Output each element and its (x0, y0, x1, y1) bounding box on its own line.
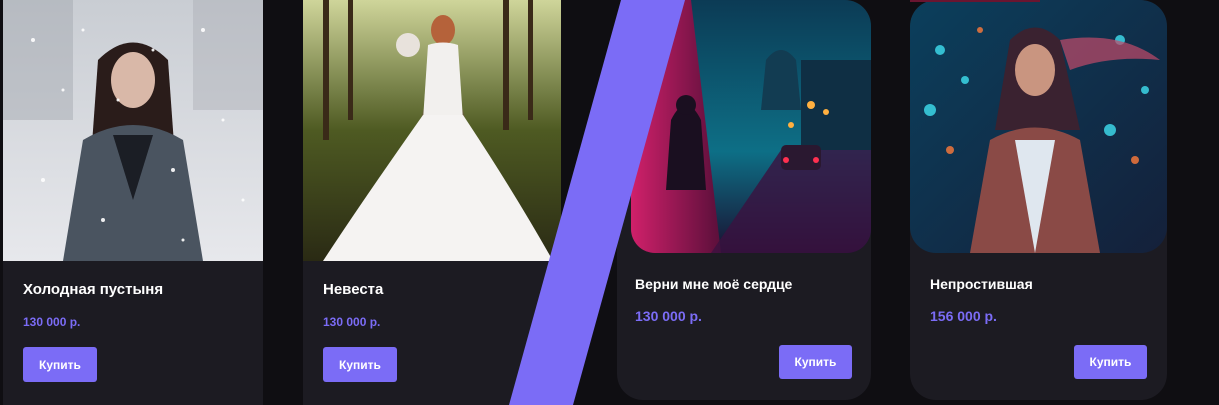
buy-button[interactable]: Купить (779, 345, 852, 379)
buy-button[interactable]: Купить (23, 347, 97, 382)
product-title: Верни мне моё сердце (635, 276, 793, 292)
product-title: Невеста (323, 281, 384, 298)
product-image-bride[interactable] (303, 0, 561, 261)
product-price: 130 000 р. (635, 308, 702, 324)
product-price: 130 000 р. (323, 315, 381, 329)
buy-button[interactable]: Купить (323, 347, 397, 382)
product-image-neon-street[interactable] (631, 0, 871, 253)
product-card: Верни мне моё сердце 130 000 р. Купить (617, 0, 871, 400)
product-card: Невеста 130 000 р. Купить (303, 0, 561, 405)
product-card: Непростившая 156 000 р. Купить (910, 0, 1167, 400)
top-accent-line (910, 0, 1040, 2)
product-image-winter-woman[interactable] (3, 0, 263, 261)
product-image-windblown-woman[interactable] (910, 0, 1167, 253)
product-card: Холодная пустыня 130 000 р. Купить (3, 0, 263, 405)
buy-button[interactable]: Купить (1074, 345, 1147, 379)
product-price: 156 000 р. (930, 308, 997, 324)
product-title: Непростившая (930, 276, 1033, 292)
product-price: 130 000 р. (23, 315, 81, 329)
product-title: Холодная пустыня (23, 281, 164, 298)
